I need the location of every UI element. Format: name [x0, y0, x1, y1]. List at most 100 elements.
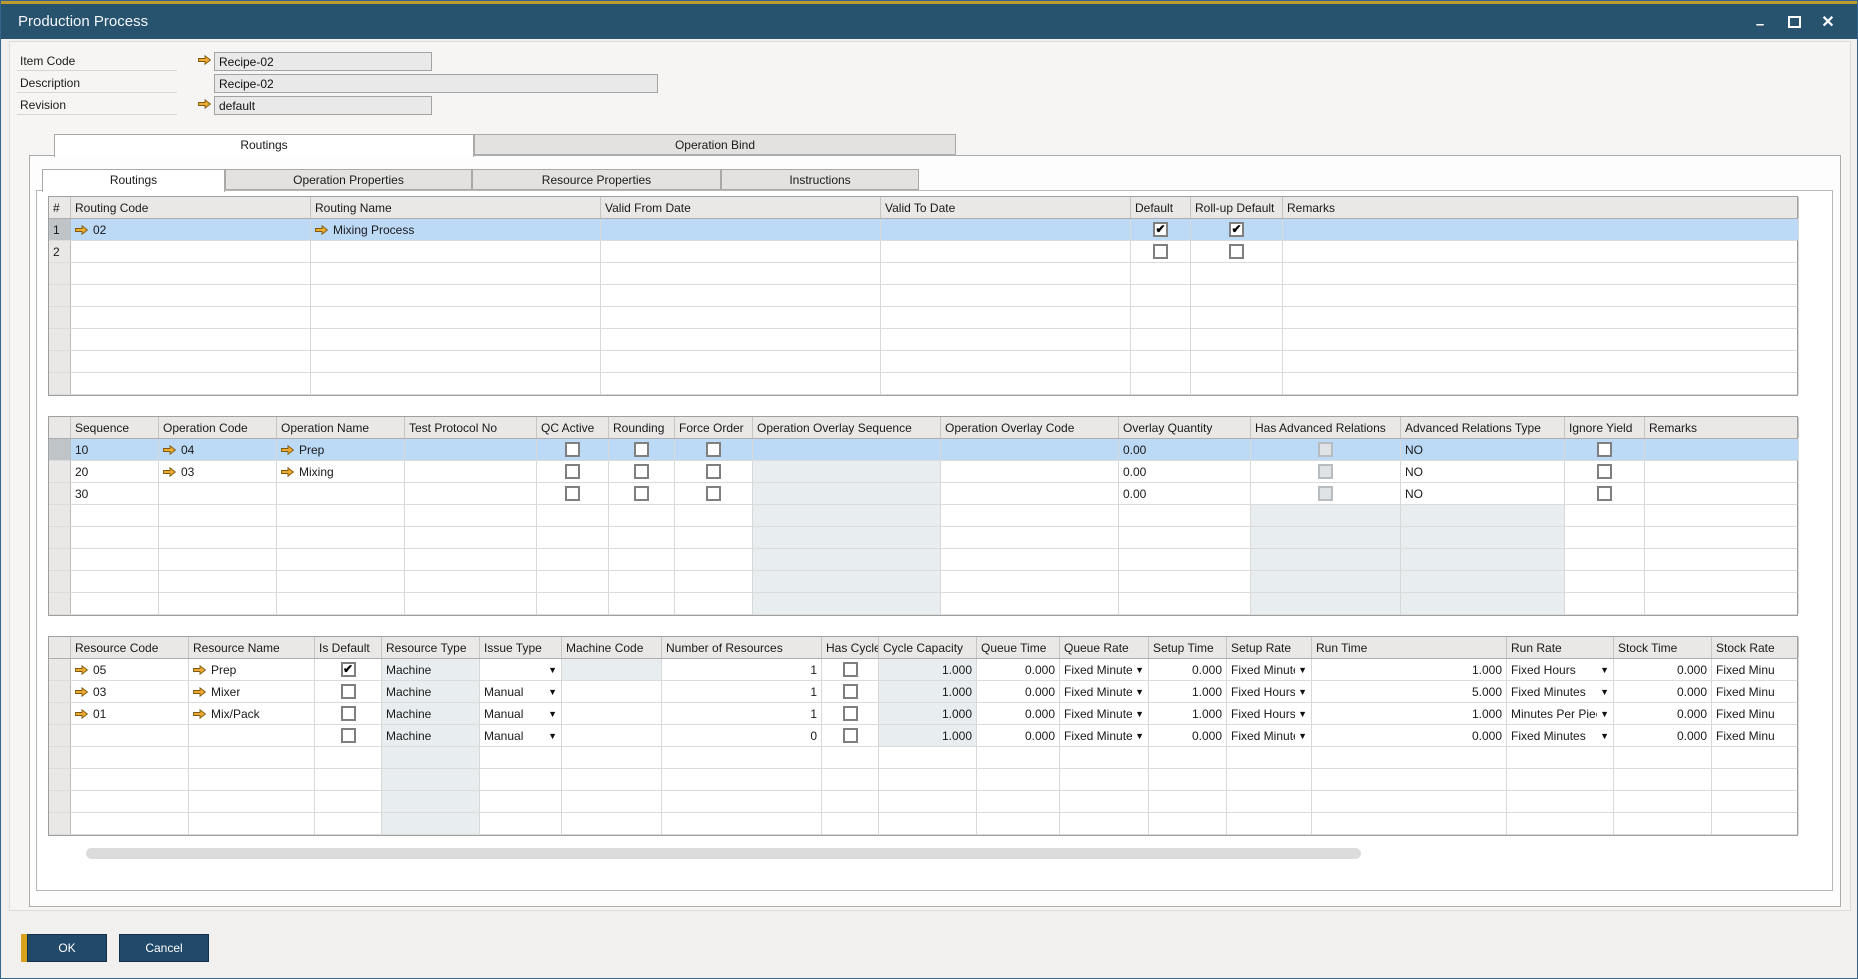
- cell-resource-code[interactable]: [71, 725, 189, 746]
- cell-issue-type[interactable]: [480, 791, 562, 812]
- cell-row-handle[interactable]: [49, 659, 71, 680]
- cell-resource-code[interactable]: 05: [71, 659, 189, 680]
- cell-valid-to-date[interactable]: [881, 329, 1131, 350]
- cell-queue-time[interactable]: [977, 791, 1060, 812]
- checkbox[interactable]: [1153, 244, 1168, 259]
- dropdown-arrow-icon[interactable]: ▼: [545, 731, 557, 741]
- cell-issue-type[interactable]: [480, 769, 562, 790]
- item-code-input[interactable]: [214, 52, 432, 71]
- header-cell-row-handle[interactable]: [49, 637, 71, 658]
- link-arrow-icon[interactable]: [75, 665, 88, 675]
- cell-test-protocol-no[interactable]: [405, 461, 537, 482]
- cell-stock-time[interactable]: 0.000: [1614, 725, 1712, 746]
- cell-queue-time[interactable]: [977, 813, 1060, 834]
- cell-advanced-relations-type[interactable]: NO: [1401, 439, 1565, 460]
- cell-number-of-resources[interactable]: [662, 791, 822, 812]
- header-cell-rounding[interactable]: Rounding: [609, 417, 675, 438]
- cell-row-number[interactable]: [49, 263, 71, 284]
- cell-operation-overlay-code[interactable]: [941, 439, 1119, 460]
- cell-row-number[interactable]: [49, 285, 71, 306]
- link-arrow-icon[interactable]: [315, 225, 328, 235]
- link-arrow-icon[interactable]: [75, 709, 88, 719]
- cell-queue-time[interactable]: [977, 769, 1060, 790]
- cell-machine-code[interactable]: [562, 747, 662, 768]
- cell-operation-overlay-code[interactable]: [941, 461, 1119, 482]
- cell-routing-code[interactable]: [71, 241, 311, 262]
- cell-resource-code[interactable]: 03: [71, 681, 189, 702]
- dropdown-arrow-icon[interactable]: ▼: [1597, 665, 1609, 675]
- link-arrow-icon[interactable]: [198, 99, 211, 109]
- cell-advanced-relations-type[interactable]: NO: [1401, 483, 1565, 504]
- checkbox[interactable]: [1597, 464, 1612, 479]
- cell-remarks[interactable]: [1283, 307, 1799, 328]
- cell-row-handle[interactable]: [49, 593, 71, 614]
- cell-valid-to-date[interactable]: [881, 351, 1131, 372]
- cell-setup-rate[interactable]: Fixed Minutes▼: [1227, 725, 1312, 746]
- checkbox[interactable]: [634, 442, 649, 457]
- cell-force-order[interactable]: [675, 439, 753, 460]
- cell-number-of-resources[interactable]: 1: [662, 659, 822, 680]
- tab-instructions-inner[interactable]: Instructions: [721, 169, 919, 190]
- cell-rounding[interactable]: [609, 439, 675, 460]
- checkbox[interactable]: [706, 442, 721, 457]
- dropdown-arrow-icon[interactable]: ▼: [1597, 731, 1609, 741]
- header-cell-routing-code[interactable]: Routing Code: [71, 197, 311, 218]
- dropdown-arrow-icon[interactable]: ▼: [545, 687, 557, 697]
- cell-has-cycles[interactable]: [822, 725, 879, 746]
- cell-overlay-quantity[interactable]: [1119, 505, 1251, 526]
- cell-run-rate[interactable]: [1507, 769, 1614, 790]
- cell-routing-name[interactable]: Mixing Process: [311, 219, 601, 240]
- cell-setup-rate[interactable]: Fixed Hours▼: [1227, 703, 1312, 724]
- cell-stock-rate[interactable]: Fixed Minutes: [1712, 725, 1799, 746]
- link-arrow-icon[interactable]: [193, 709, 206, 719]
- cell-operation-overlay-code[interactable]: [941, 571, 1119, 592]
- cell-stock-rate[interactable]: [1712, 747, 1799, 768]
- checkbox[interactable]: ✔: [1229, 222, 1244, 237]
- cell-row-number[interactable]: [49, 373, 71, 394]
- cell-number-of-resources[interactable]: 0: [662, 725, 822, 746]
- cell-cycle-capacity[interactable]: [879, 813, 977, 834]
- cell-machine-code[interactable]: [562, 703, 662, 724]
- cell-remarks[interactable]: [1283, 329, 1799, 350]
- cell-valid-from-date[interactable]: [601, 307, 881, 328]
- checkbox[interactable]: [341, 706, 356, 721]
- cell-overlay-quantity[interactable]: [1119, 593, 1251, 614]
- cell-row-handle[interactable]: [49, 483, 71, 504]
- cell-has-advanced-relations[interactable]: [1251, 461, 1401, 482]
- cell-overlay-quantity[interactable]: 0.00: [1119, 483, 1251, 504]
- cell-queue-rate[interactable]: Fixed Minutes▼: [1060, 703, 1149, 724]
- cell-resource-name[interactable]: [189, 725, 315, 746]
- cell-valid-to-date[interactable]: [881, 263, 1131, 284]
- cell-operation-name[interactable]: [277, 593, 405, 614]
- cell-stock-rate[interactable]: [1712, 813, 1799, 834]
- cell-operation-code[interactable]: [159, 593, 277, 614]
- cell-valid-from-date[interactable]: [601, 241, 881, 262]
- cell-remarks[interactable]: [1283, 373, 1799, 394]
- cell-queue-rate[interactable]: Fixed Minutes▼: [1060, 725, 1149, 746]
- close-button[interactable]: ✕: [1811, 5, 1845, 39]
- cell-queue-rate[interactable]: [1060, 791, 1149, 812]
- header-cell-operation-overlay-sequence[interactable]: Operation Overlay Sequence: [753, 417, 941, 438]
- header-cell-operation-overlay-code[interactable]: Operation Overlay Code: [941, 417, 1119, 438]
- cell-queue-rate[interactable]: Fixed Minutes▼: [1060, 681, 1149, 702]
- cell-issue-type[interactable]: [480, 813, 562, 834]
- revision-input[interactable]: [214, 96, 432, 115]
- cell-queue-time[interactable]: [977, 747, 1060, 768]
- cell-operation-name[interactable]: Mixing: [277, 461, 405, 482]
- checkbox[interactable]: [843, 662, 858, 677]
- cell-row-handle[interactable]: [49, 791, 71, 812]
- cell-setup-time[interactable]: 0.000: [1149, 659, 1227, 680]
- dropdown-arrow-icon[interactable]: ▼: [1295, 687, 1307, 697]
- cell-test-protocol-no[interactable]: [405, 593, 537, 614]
- cell-routing-name[interactable]: [311, 329, 601, 350]
- horizontal-scrollbar-thumb[interactable]: [86, 848, 1361, 859]
- cell-operation-overlay-code[interactable]: [941, 505, 1119, 526]
- checkbox[interactable]: [843, 684, 858, 699]
- description-input[interactable]: [214, 74, 658, 93]
- dropdown-arrow-icon[interactable]: ▼: [1597, 709, 1609, 719]
- cell-valid-to-date[interactable]: [881, 241, 1131, 262]
- cell-is-default[interactable]: ✔: [315, 659, 382, 680]
- cell-cycle-capacity[interactable]: [879, 769, 977, 790]
- cell-remarks[interactable]: [1283, 219, 1799, 240]
- header-cell-setup-time[interactable]: Setup Time: [1149, 637, 1227, 658]
